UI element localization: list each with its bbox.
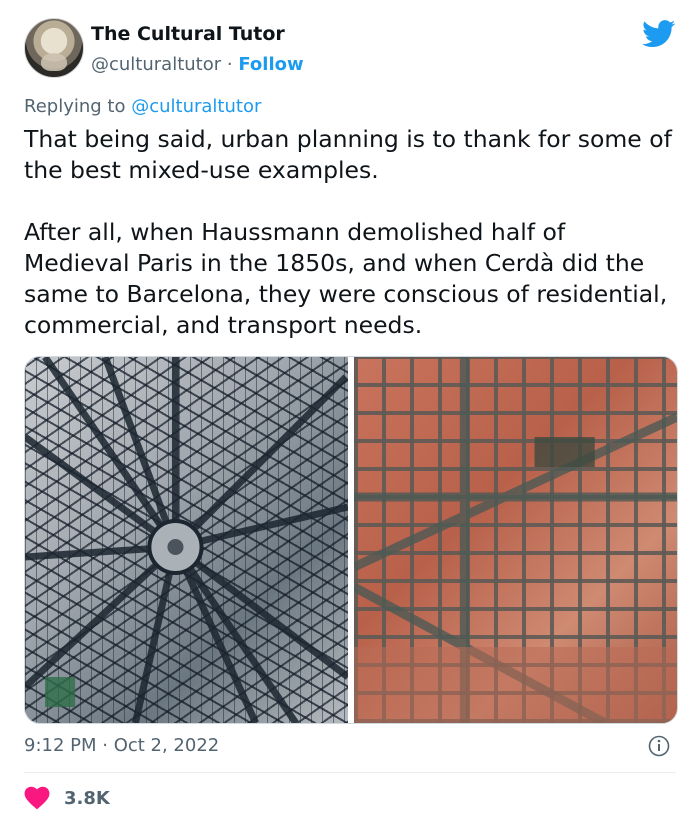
author-handle-line: @culturaltutor · Follow — [91, 54, 304, 75]
heart-icon[interactable] — [24, 786, 50, 810]
follow-button[interactable]: Follow — [238, 54, 303, 75]
tweet-header: The Cultural Tutor @culturaltutor · Foll… — [24, 18, 676, 80]
tweet-text: That being said, urban planning is to th… — [24, 124, 674, 372]
paris-roads — [25, 357, 348, 723]
tweet-paragraph-1: That being said, urban planning is to th… — [24, 125, 672, 184]
barcelona-aerial-image[interactable] — [354, 357, 677, 723]
replying-to: Replying to @culturaltutor — [24, 96, 261, 117]
reply-mention-link[interactable]: @culturaltutor — [131, 96, 261, 117]
barcelona-roads — [354, 357, 677, 723]
info-icon[interactable] — [648, 735, 670, 757]
tweet-paragraph-2: After all, when Haussmann demolished hal… — [24, 218, 668, 339]
paris-aerial-image[interactable] — [25, 357, 348, 723]
tweet-timestamp[interactable]: 9:12 PM · Oct 2, 2022 — [24, 735, 219, 756]
like-row[interactable]: 3.8K — [24, 786, 110, 810]
author-name[interactable]: The Cultural Tutor — [91, 23, 285, 45]
like-count: 3.8K — [64, 787, 110, 809]
tweet-media[interactable] — [24, 356, 678, 724]
replying-prefix: Replying to — [24, 96, 126, 117]
author-handle[interactable]: @culturaltutor — [91, 54, 221, 75]
avatar[interactable] — [24, 18, 84, 78]
divider — [24, 772, 676, 773]
separator-dot: · — [226, 54, 233, 75]
twitter-bird-icon[interactable] — [642, 20, 676, 48]
